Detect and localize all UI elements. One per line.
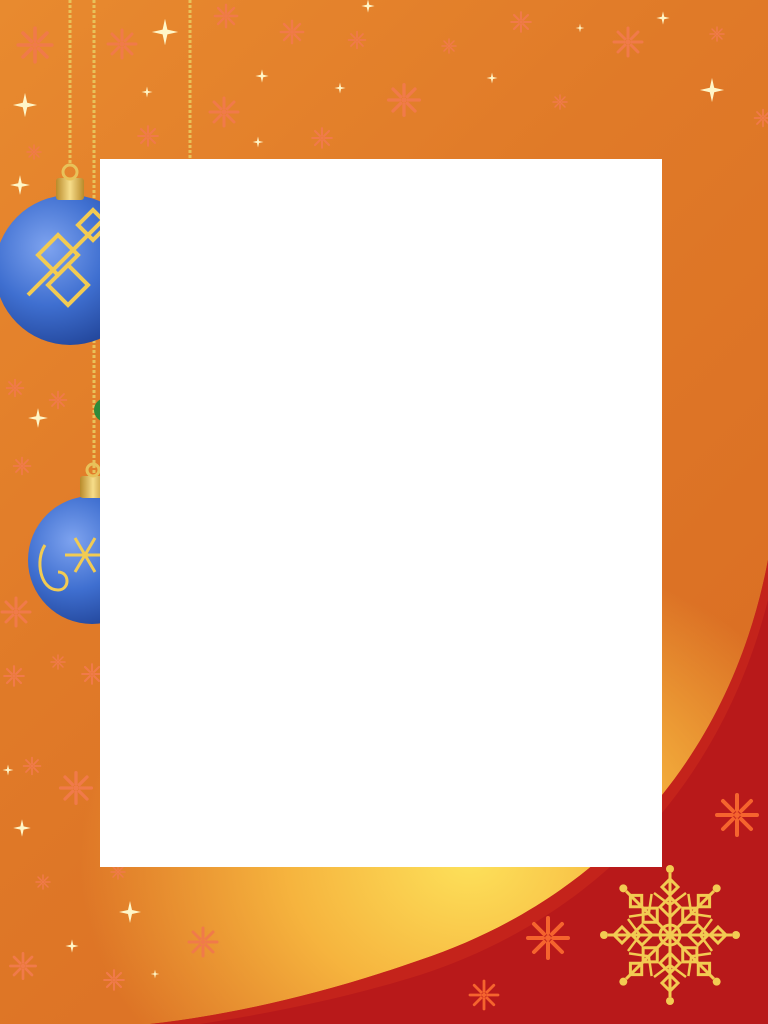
gold-snowflake	[598, 863, 742, 1007]
photo-frame	[100, 159, 662, 867]
christmas-card	[0, 0, 768, 1024]
